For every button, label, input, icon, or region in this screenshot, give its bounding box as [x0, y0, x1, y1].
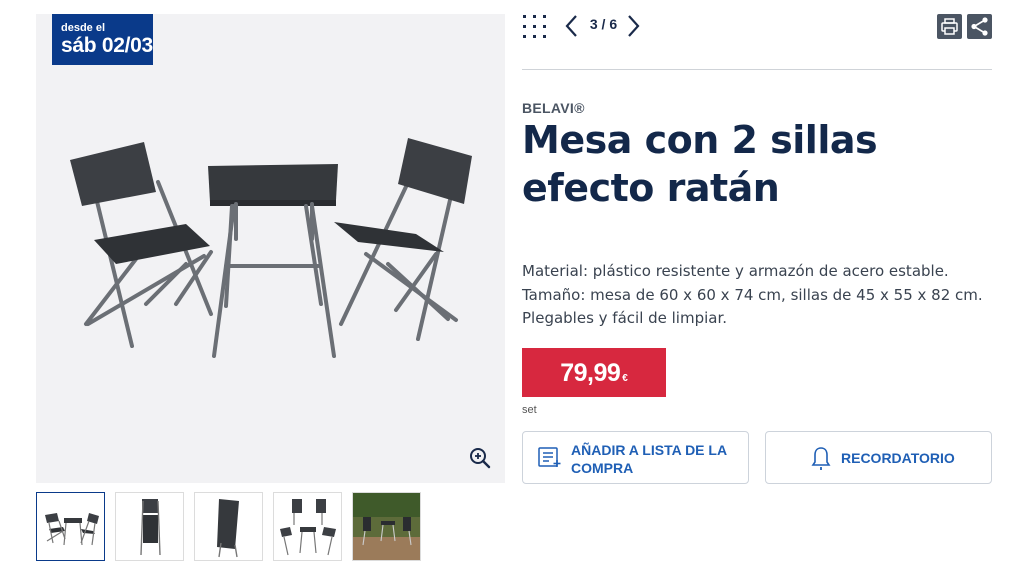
- badge-line2: sáb 02/03: [61, 34, 153, 57]
- product-description: Material: plástico resistente y armazón …: [522, 260, 992, 331]
- thumbnail-2[interactable]: [115, 492, 184, 561]
- bell-icon: [811, 446, 831, 476]
- product-brand: BELAVI®: [522, 100, 585, 116]
- share-icon[interactable]: [967, 14, 992, 39]
- description-line: Tamaño: mesa de 60 x 60 x 74 cm, sillas …: [522, 285, 983, 304]
- price-currency: €: [622, 373, 628, 384]
- reminder-label: RECORDATORIO: [841, 450, 955, 466]
- thumbnail-3[interactable]: [194, 492, 263, 561]
- price-box: 79,99 €: [522, 348, 666, 397]
- price-unit: set: [522, 404, 537, 416]
- pager-counter: 3 / 6: [589, 16, 618, 32]
- product-title: Mesa con 2 sillas efecto ratán: [522, 118, 878, 210]
- description-line: Material: plástico resistente y armazón …: [522, 262, 949, 280]
- description-line: Plegables y fácil de limpiar.: [522, 309, 728, 327]
- header-divider: [522, 69, 992, 70]
- price-amount: 79,99: [560, 359, 621, 387]
- printer-icon[interactable]: [937, 14, 962, 39]
- zoom-in-icon[interactable]: [468, 446, 492, 470]
- shopping-list-icon: [538, 446, 562, 472]
- date-badge: desde el sáb 02/03: [52, 14, 153, 65]
- product-photo: [70, 138, 472, 358]
- chevron-left-icon[interactable]: [562, 13, 582, 39]
- reminder-button[interactable]: RECORDATORIO: [765, 431, 992, 484]
- grid-icon[interactable]: [522, 14, 548, 40]
- chevron-right-icon[interactable]: [623, 13, 643, 39]
- add-to-list-button[interactable]: AÑADIR A LISTA DE LA COMPRA: [522, 431, 749, 484]
- thumbnail-1[interactable]: [36, 492, 105, 561]
- badge-line1: desde el: [61, 22, 106, 34]
- thumbnail-4[interactable]: [273, 492, 342, 561]
- thumbnail-5[interactable]: [352, 492, 421, 561]
- add-to-list-label: AÑADIR A LISTA DE LA COMPRA: [571, 442, 727, 476]
- product-main-image[interactable]: desde el sáb 02/03: [36, 14, 505, 483]
